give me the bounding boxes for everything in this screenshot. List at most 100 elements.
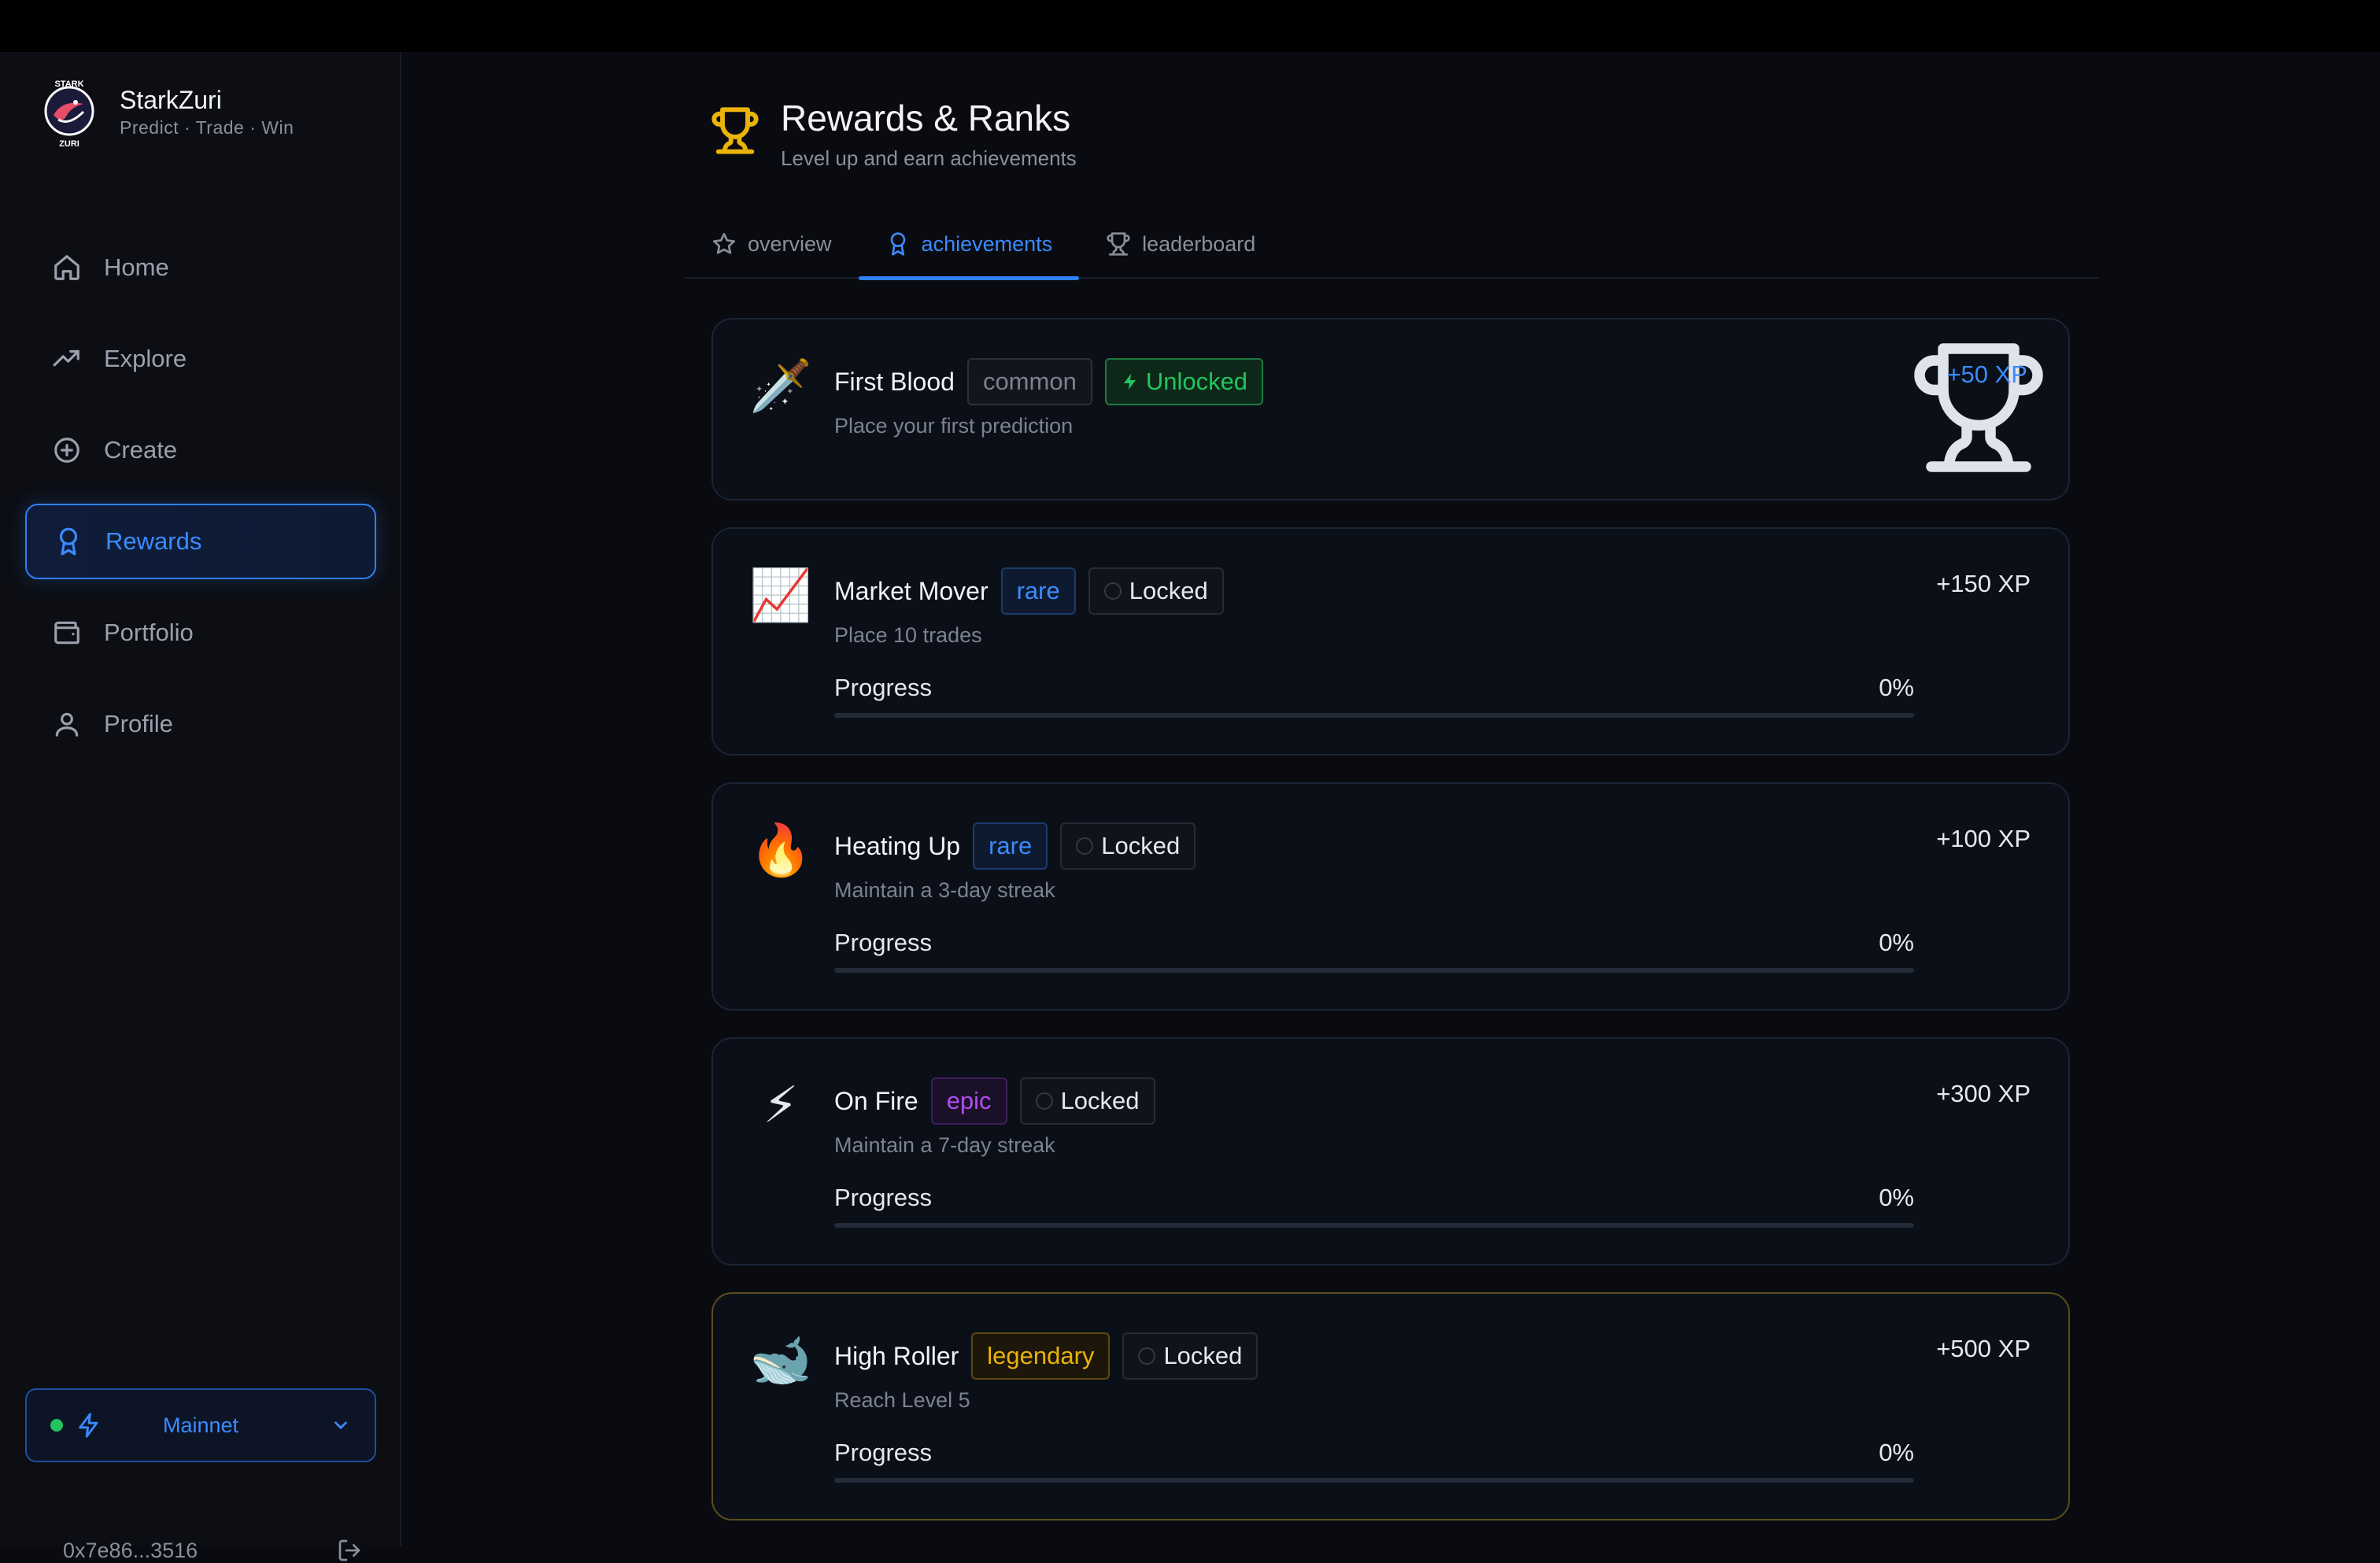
- status-badge: Locked: [1122, 1332, 1258, 1380]
- achievement-card[interactable]: 🐋 High Roller legendary Locked Reach Lev…: [711, 1292, 2070, 1521]
- wallet-address[interactable]: 0x7e86...3516: [63, 1539, 198, 1563]
- dagger-icon: 🗡️: [749, 357, 812, 414]
- award-icon: [59, 527, 78, 556]
- status-label: Locked: [1163, 1342, 1243, 1369]
- xp-reward: +150 XP: [1936, 570, 2031, 597]
- sidebar-item-portfolio[interactable]: Portfolio: [25, 595, 376, 671]
- xp-reward: +50 XP: [1946, 360, 2027, 388]
- rarity-badge: rare: [1000, 567, 1076, 615]
- progress-section: Progress 0%: [834, 1439, 1914, 1483]
- chart-up-icon: 📈: [749, 566, 812, 623]
- achievement-description: Place 10 trades: [834, 623, 982, 647]
- rarity-badge: rare: [973, 822, 1048, 870]
- sidebar-item-label: Portfolio: [104, 619, 194, 646]
- sidebar: STARK ZURI StarkZuri Predict · Trade · W…: [0, 52, 401, 1562]
- trophy-icon: [711, 107, 759, 154]
- rarity-badge: legendary: [971, 1332, 1111, 1380]
- locked-circle-icon: [1076, 837, 1094, 855]
- status-label: Unlocked: [1145, 368, 1248, 395]
- sidebar-item-explore[interactable]: Explore: [25, 321, 376, 397]
- sidebar-item-label: Profile: [104, 710, 173, 737]
- locked-circle-icon: [1138, 1347, 1156, 1365]
- award-icon: [890, 232, 905, 256]
- progress-value: 0%: [1879, 1439, 1914, 1466]
- achievement-card[interactable]: ⚡ On Fire epic Locked Maintain a 7-day s…: [711, 1037, 2070, 1266]
- progress-label: Progress: [834, 1184, 933, 1211]
- achievement-description: Place your first prediction: [834, 414, 1074, 438]
- progress-bar: [834, 1223, 1914, 1228]
- achievement-title: High Roller: [834, 1341, 959, 1370]
- plus-circle-icon: [54, 438, 79, 463]
- rarity-badge: epic: [930, 1077, 1007, 1125]
- page-header: Rewards & Ranks Level up and earn achiev…: [710, 96, 1077, 171]
- trending-icon: [53, 349, 79, 367]
- tab-leaderboard[interactable]: leaderboard: [1079, 209, 1282, 279]
- achievement-title: Heating Up: [834, 831, 961, 860]
- starkzuri-logo: STARK ZURI: [44, 79, 94, 149]
- tab-achievements[interactable]: achievements: [858, 209, 1080, 280]
- achievement-description: Maintain a 3-day streak: [834, 878, 1055, 902]
- progress-label: Progress: [834, 929, 933, 956]
- progress-bar: [834, 968, 1914, 973]
- status-badge: Locked: [1060, 822, 1196, 870]
- xp-reward: +500 XP: [1936, 1335, 2031, 1362]
- sidebar-item-create[interactable]: Create: [25, 412, 376, 488]
- xp-reward: +300 XP: [1936, 1080, 2031, 1107]
- sidebar-item-profile[interactable]: Profile: [25, 686, 376, 762]
- progress-section: Progress 0%: [834, 929, 1914, 973]
- window-top-bar: [0, 0, 2380, 52]
- star-icon: [713, 233, 735, 254]
- sidebar-item-rewards[interactable]: Rewards: [25, 504, 376, 579]
- tab-bar: overview achievements leaderboard: [685, 209, 2098, 280]
- chevron-down-icon: [334, 1421, 347, 1430]
- rarity-badge: common: [966, 358, 1092, 405]
- achievement-description: Reach Level 5: [834, 1388, 970, 1412]
- wallet-row: 0x7e86...3516: [63, 1538, 362, 1563]
- achievement-title: Market Mover: [834, 576, 989, 605]
- status-label: Locked: [1129, 577, 1208, 604]
- achievement-title: First Blood: [834, 367, 955, 396]
- tab-overview[interactable]: overview: [685, 209, 859, 279]
- progress-bar: [834, 713, 1914, 718]
- sidebar-item-label: Explore: [104, 345, 187, 372]
- lightning-icon: [79, 1413, 98, 1438]
- progress-label: Progress: [834, 674, 933, 701]
- svg-text:ZURI: ZURI: [59, 139, 79, 149]
- progress-value: 0%: [1879, 929, 1914, 956]
- brand-name: StarkZuri: [120, 85, 222, 114]
- page-subtitle: Level up and earn achievements: [781, 146, 1077, 170]
- status-badge: Locked: [1088, 567, 1224, 615]
- achievement-card[interactable]: 📈 Market Mover rare Locked Place 10 trad…: [711, 527, 2070, 756]
- status-badge: Locked: [1019, 1077, 1155, 1125]
- lightning-icon: ⚡: [763, 1076, 799, 1133]
- sidebar-item-home[interactable]: Home: [25, 230, 376, 305]
- logout-icon[interactable]: [337, 1538, 362, 1563]
- status-badge: Unlocked: [1104, 358, 1264, 405]
- sidebar-item-label: Create: [104, 436, 178, 464]
- sidebar-nav: Home Explore Create Rewards Portfolio Pr…: [25, 230, 376, 778]
- tab-label: leaderboard: [1142, 231, 1256, 256]
- trophy-icon: [1107, 232, 1130, 256]
- progress-value: 0%: [1879, 674, 1914, 701]
- tab-label: overview: [748, 231, 832, 256]
- wallet-icon: [54, 621, 79, 645]
- progress-section: Progress 0%: [834, 1184, 1914, 1228]
- lightning-icon: [1123, 374, 1136, 390]
- page-title: Rewards & Ranks: [781, 98, 1071, 139]
- achievement-card[interactable]: 🗡️ First Blood common Unlocked Place you…: [711, 318, 2070, 501]
- xp-reward: +100 XP: [1936, 825, 2031, 852]
- achievement-description: Maintain a 7-day streak: [834, 1133, 1055, 1157]
- brand[interactable]: STARK ZURI StarkZuri Predict · Trade · W…: [39, 71, 294, 151]
- progress-label: Progress: [834, 1439, 933, 1466]
- locked-circle-icon: [1035, 1092, 1053, 1110]
- network-selector[interactable]: Mainnet: [25, 1388, 376, 1462]
- sidebar-item-label: Rewards: [105, 527, 202, 555]
- progress-value: 0%: [1879, 1184, 1914, 1211]
- status-label: Locked: [1101, 832, 1181, 859]
- sidebar-item-label: Home: [104, 253, 169, 281]
- progress-bar: [834, 1478, 1914, 1483]
- progress-section: Progress 0%: [834, 674, 1914, 718]
- trophy-icon: [1914, 343, 2043, 472]
- locked-circle-icon: [1103, 582, 1122, 600]
- achievement-card[interactable]: 🔥 Heating Up rare Locked Maintain a 3-da…: [711, 782, 2070, 1011]
